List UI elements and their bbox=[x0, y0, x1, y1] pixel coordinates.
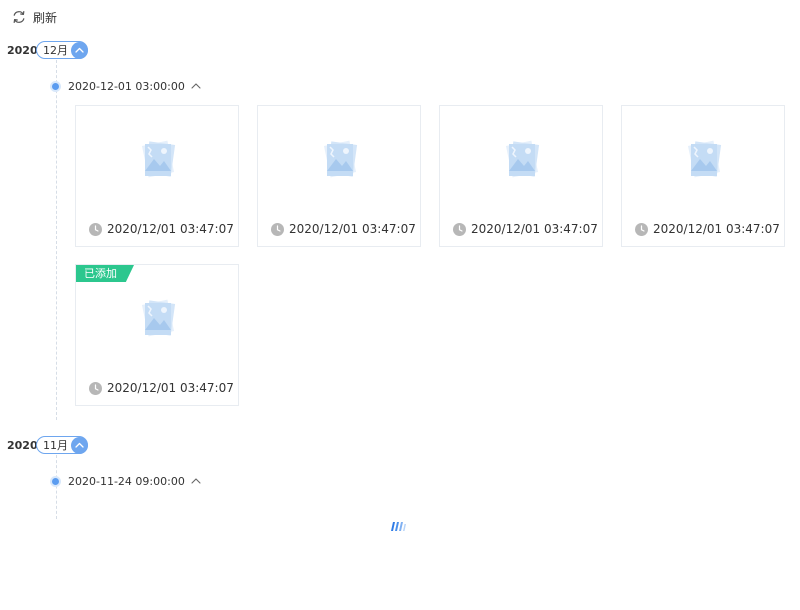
date-label: 2020-11-24 09:00:00 bbox=[68, 474, 185, 488]
card-time-text: 2020/12/01 03:47:07 bbox=[289, 222, 416, 236]
collapse-month-button[interactable] bbox=[71, 436, 88, 454]
refresh-button[interactable]: 刷新 bbox=[11, 8, 57, 26]
date-label: 2020-12-01 03:00:00 bbox=[68, 79, 185, 93]
loading-spinner-icon bbox=[391, 522, 406, 531]
year-label: 2020 bbox=[7, 43, 38, 57]
card-timestamp: 2020/12/01 03:47:07 bbox=[635, 222, 780, 236]
card-timestamp: 2020/12/01 03:47:07 bbox=[89, 381, 234, 395]
image-placeholder-icon bbox=[687, 140, 722, 178]
clock-icon bbox=[89, 381, 102, 395]
month-label: 12月 bbox=[43, 44, 68, 57]
card-time-text: 2020/12/01 03:47:07 bbox=[653, 222, 780, 236]
timeline-line bbox=[56, 60, 57, 420]
card-timestamp: 2020/12/01 03:47:07 bbox=[453, 222, 598, 236]
date-group-header[interactable]: 2020-11-24 09:00:00 bbox=[52, 473, 201, 489]
year-label: 2020 bbox=[7, 438, 38, 452]
month-pill[interactable]: 12月 bbox=[36, 41, 88, 59]
image-card[interactable]: 2020/12/01 03:47:07 bbox=[75, 105, 239, 247]
month-pill[interactable]: 11月 bbox=[36, 436, 88, 454]
chevron-up-icon bbox=[191, 83, 201, 89]
image-card[interactable]: 2020/12/01 03:47:07 bbox=[621, 105, 785, 247]
card-timestamp: 2020/12/01 03:47:07 bbox=[89, 222, 234, 236]
chevron-up-icon bbox=[75, 47, 84, 53]
card-time-text: 2020/12/01 03:47:07 bbox=[107, 222, 234, 236]
added-badge: 已添加 bbox=[76, 265, 134, 282]
card-time-text: 2020/12/01 03:47:07 bbox=[471, 222, 598, 236]
month-label: 11月 bbox=[43, 439, 68, 452]
refresh-label: 刷新 bbox=[33, 10, 58, 25]
clock-icon bbox=[453, 222, 466, 236]
chevron-up-icon bbox=[75, 442, 84, 448]
month-group-header: 2020 12月 bbox=[7, 40, 88, 60]
image-placeholder-icon bbox=[141, 140, 176, 178]
collapse-month-button[interactable] bbox=[71, 41, 88, 59]
image-placeholder-icon bbox=[505, 140, 540, 178]
card-time-text: 2020/12/01 03:47:07 bbox=[107, 381, 234, 395]
image-card[interactable]: 2020/12/01 03:47:07 bbox=[439, 105, 603, 247]
image-placeholder-icon bbox=[323, 140, 358, 178]
timeline-dot bbox=[52, 82, 59, 90]
timeline-dot bbox=[52, 477, 59, 485]
date-group-header[interactable]: 2020-12-01 03:00:00 bbox=[52, 78, 201, 94]
month-group-header: 2020 11月 bbox=[7, 435, 88, 455]
card-timestamp: 2020/12/01 03:47:07 bbox=[271, 222, 416, 236]
image-card[interactable]: 已添加 2020/12/01 03:47:07 bbox=[75, 264, 239, 406]
image-card[interactable]: 2020/12/01 03:47:07 bbox=[257, 105, 421, 247]
clock-icon bbox=[271, 222, 284, 236]
clock-icon bbox=[89, 222, 102, 236]
chevron-up-icon bbox=[191, 478, 201, 484]
image-placeholder-icon bbox=[141, 299, 176, 337]
refresh-icon bbox=[13, 10, 25, 23]
clock-icon bbox=[635, 222, 648, 236]
